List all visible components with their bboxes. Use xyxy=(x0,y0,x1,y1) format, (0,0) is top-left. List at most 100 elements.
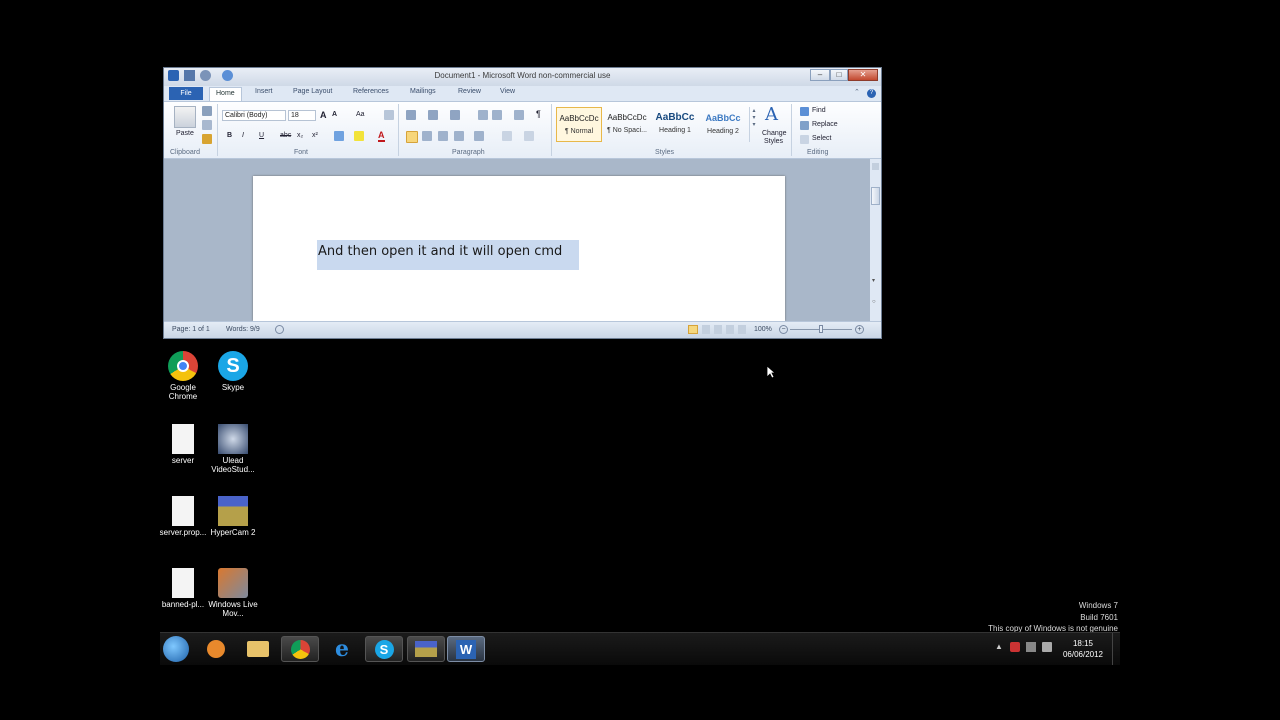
print-layout-icon[interactable] xyxy=(688,325,698,334)
find-button[interactable]: Find xyxy=(812,107,826,114)
style-normal[interactable]: AaBbCcDc ¶ Normal xyxy=(556,107,602,142)
outline-icon[interactable] xyxy=(726,325,734,334)
desktop-icon-hypercam[interactable]: HyperCam 2 xyxy=(208,496,258,537)
shading-icon[interactable] xyxy=(502,131,512,141)
font-name-select[interactable]: Calibri (Body) xyxy=(222,110,286,121)
strikethrough-button[interactable]: abc xyxy=(280,132,291,139)
grow-font-button[interactable]: A xyxy=(320,110,327,120)
desktop-icon-banned-players[interactable]: banned-pl... xyxy=(158,568,208,609)
replace-button[interactable]: Replace xyxy=(812,121,838,128)
select-icon[interactable] xyxy=(800,135,809,144)
vertical-scrollbar[interactable]: ▾ ○ xyxy=(870,159,881,321)
style-heading-2[interactable]: AaBbCc Heading 2 xyxy=(700,107,746,142)
taskbar-skype[interactable]: S xyxy=(365,636,403,662)
change-styles-label-2[interactable]: Styles xyxy=(764,138,783,145)
scroll-thumb[interactable] xyxy=(871,187,880,205)
style-heading-1[interactable]: AaBbCc Heading 1 xyxy=(652,107,698,142)
highlight-color-icon[interactable] xyxy=(354,131,364,141)
desktop-icon-skype[interactable]: S Skype xyxy=(208,351,258,392)
desktop-icon-movie-maker[interactable]: Windows Live Mov... xyxy=(208,568,258,618)
tab-insert[interactable]: Insert xyxy=(255,88,273,95)
desktop-icon-chrome[interactable]: Google Chrome xyxy=(158,351,208,401)
show-desktop-button[interactable] xyxy=(1112,633,1121,665)
full-screen-reading-icon[interactable] xyxy=(702,325,710,334)
copy-icon[interactable] xyxy=(202,120,212,130)
tab-references[interactable]: References xyxy=(353,88,389,95)
taskbar-explorer[interactable] xyxy=(239,636,277,662)
draft-icon[interactable] xyxy=(738,325,746,334)
tab-page-layout[interactable]: Page Layout xyxy=(293,88,332,95)
word-count[interactable]: Words: 9/9 xyxy=(226,326,260,333)
ruler-toggle-icon[interactable] xyxy=(872,163,879,170)
styles-scroll-icon[interactable]: ▴ ▾ ▾ xyxy=(749,107,758,142)
clock[interactable]: 18:15 06/06/2012 xyxy=(1058,638,1108,660)
justify-icon[interactable] xyxy=(454,131,464,141)
network-icon[interactable] xyxy=(1026,642,1036,652)
minimize-button[interactable]: – xyxy=(810,69,830,81)
font-color-button[interactable]: A xyxy=(378,130,385,142)
page-count[interactable]: Page: 1 of 1 xyxy=(172,326,210,333)
change-case-button[interactable]: Aa xyxy=(356,111,365,118)
close-button[interactable]: ✕ xyxy=(848,69,878,81)
multilevel-list-icon[interactable] xyxy=(450,110,460,120)
tab-home[interactable]: Home xyxy=(209,87,242,101)
decrease-indent-icon[interactable] xyxy=(478,110,488,120)
zoom-slider-thumb[interactable] xyxy=(819,325,823,333)
superscript-button[interactable]: x² xyxy=(312,132,318,139)
proofing-icon[interactable] xyxy=(275,325,284,334)
paste-button[interactable]: Paste xyxy=(176,130,194,137)
sort-icon[interactable] xyxy=(514,110,524,120)
start-button[interactable] xyxy=(163,636,189,662)
maximize-button[interactable]: □ xyxy=(830,69,848,81)
taskbar-word[interactable]: W xyxy=(447,636,485,662)
tab-view[interactable]: View xyxy=(500,88,515,95)
taskbar-hypercam[interactable] xyxy=(407,636,445,662)
borders-icon[interactable] xyxy=(524,131,534,141)
line-spacing-icon[interactable] xyxy=(474,131,484,141)
volume-icon[interactable] xyxy=(1042,642,1052,652)
taskbar-internet-explorer[interactable]: e xyxy=(323,636,361,662)
subscript-button[interactable]: x₂ xyxy=(297,132,303,139)
bold-button[interactable]: B xyxy=(227,132,232,139)
taskbar-media-player[interactable] xyxy=(197,636,235,662)
change-styles-icon[interactable]: A xyxy=(765,104,778,125)
align-right-icon[interactable] xyxy=(438,131,448,141)
align-center-icon[interactable] xyxy=(422,131,432,141)
zoom-level[interactable]: 100% xyxy=(754,326,772,333)
italic-button[interactable]: I xyxy=(242,132,244,139)
scroll-down-arrow[interactable]: ▾ xyxy=(872,277,875,284)
numbering-icon[interactable] xyxy=(428,110,438,120)
format-painter-icon[interactable] xyxy=(202,134,212,144)
show-hidden-icons[interactable]: ▲ xyxy=(995,642,1003,651)
document-text[interactable]: And then open it and it will open cmd xyxy=(318,244,562,259)
tab-review[interactable]: Review xyxy=(458,88,481,95)
bullets-icon[interactable] xyxy=(406,110,416,120)
font-size-select[interactable]: 18 xyxy=(288,110,316,121)
cut-icon[interactable] xyxy=(202,106,212,116)
increase-indent-icon[interactable] xyxy=(492,110,502,120)
web-layout-icon[interactable] xyxy=(714,325,722,334)
browse-object-icon[interactable]: ○ xyxy=(872,299,876,305)
paste-icon[interactable] xyxy=(174,106,196,128)
show-formatting-button[interactable]: ¶ xyxy=(536,109,541,119)
desktop-icon-ulead[interactable]: Ulead VideoStud... xyxy=(208,424,258,474)
align-left-icon[interactable] xyxy=(406,131,418,143)
underline-button[interactable]: U xyxy=(259,132,264,139)
replace-icon[interactable] xyxy=(800,121,809,130)
zoom-in-icon[interactable]: + xyxy=(855,325,864,334)
zoom-out-icon[interactable]: − xyxy=(779,325,788,334)
select-button[interactable]: Select xyxy=(812,135,831,142)
tab-mailings[interactable]: Mailings xyxy=(410,88,436,95)
clear-formatting-icon[interactable] xyxy=(384,110,394,120)
minimize-ribbon-icon[interactable]: ⌃ xyxy=(854,88,860,96)
desktop-icon-server-properties[interactable]: server.prop... xyxy=(158,496,208,537)
text-effects-icon[interactable] xyxy=(334,131,344,141)
style-no-spacing[interactable]: AaBbCcDc ¶ No Spaci... xyxy=(604,107,650,142)
action-center-icon[interactable] xyxy=(1010,642,1020,652)
find-icon[interactable] xyxy=(800,107,809,116)
shrink-font-button[interactable]: A xyxy=(332,111,337,118)
help-icon[interactable]: ? xyxy=(867,89,876,98)
change-styles-label-1[interactable]: Change xyxy=(762,130,787,137)
desktop-icon-server[interactable]: server xyxy=(158,424,208,465)
tab-file[interactable]: File xyxy=(169,87,203,100)
